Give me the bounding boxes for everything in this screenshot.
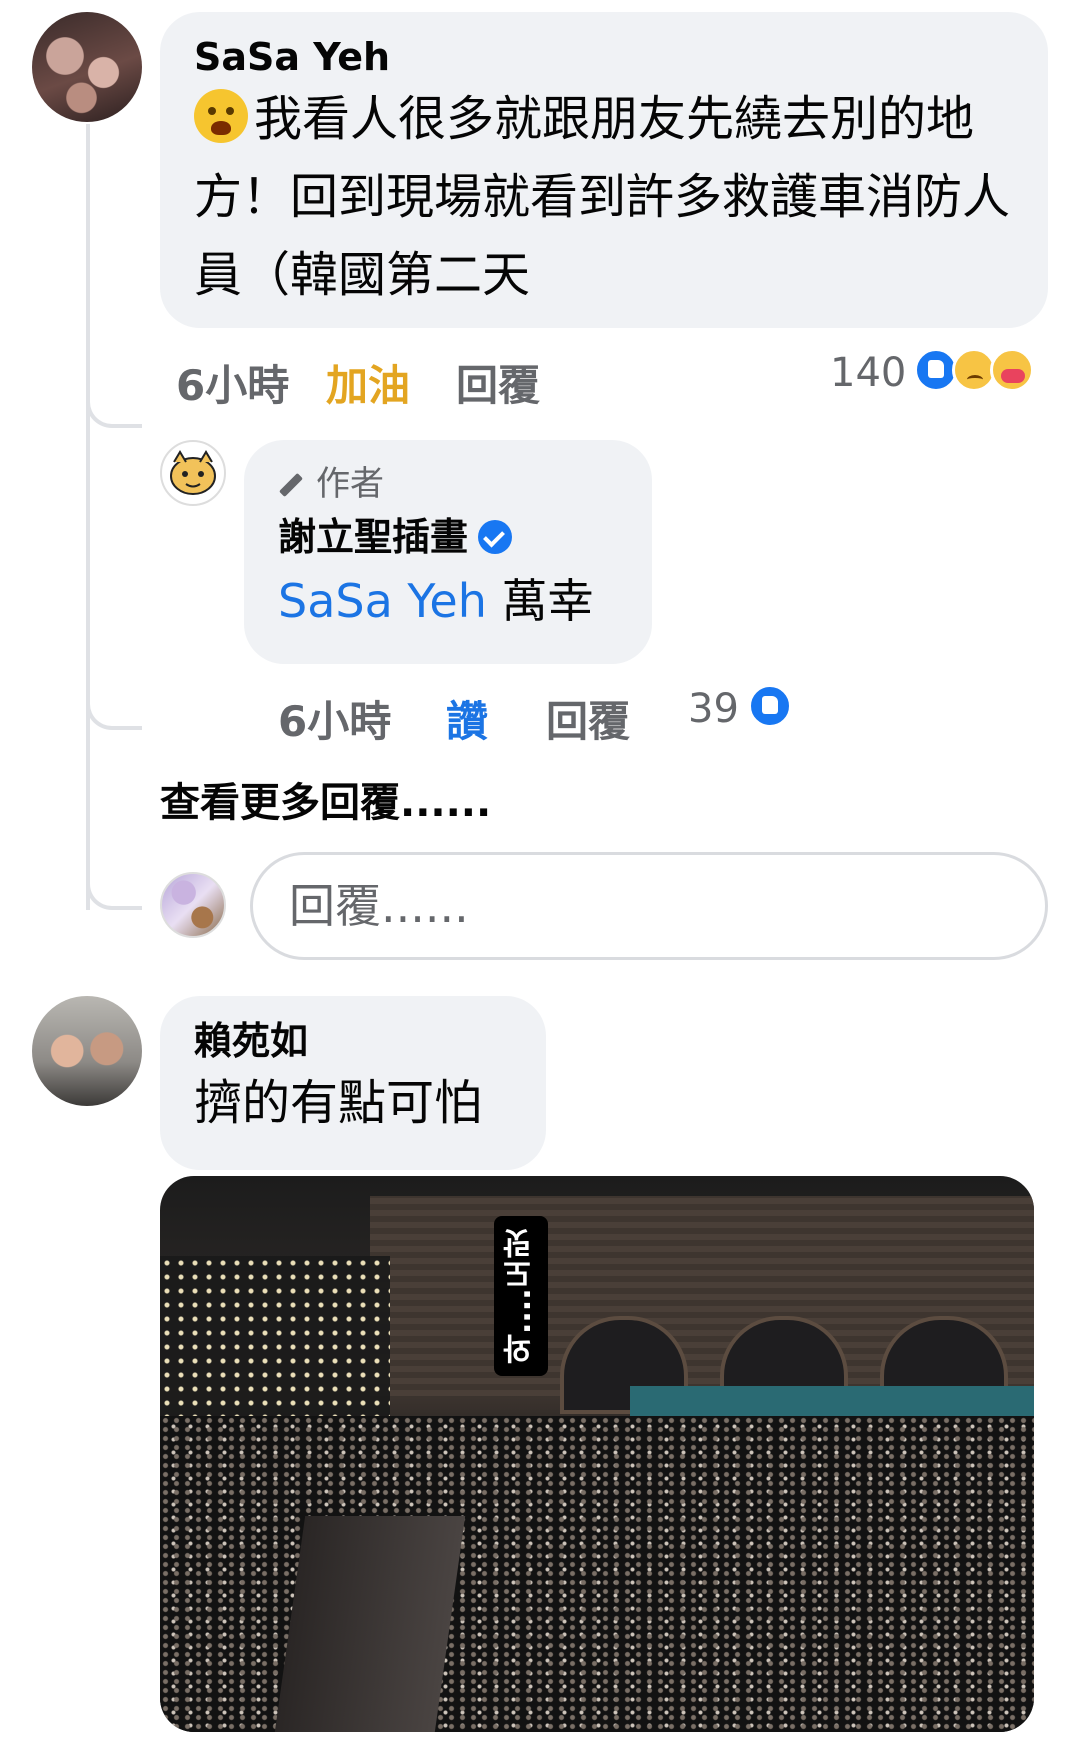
reply-time[interactable]: 6小時 xyxy=(278,688,391,749)
comment-author[interactable]: SaSa Yeh xyxy=(194,34,1014,80)
mention-link[interactable]: SaSa Yeh xyxy=(278,574,487,628)
thread-connector xyxy=(86,870,142,910)
comment-author[interactable]: 賴苑如 xyxy=(194,1018,512,1064)
reaction-button[interactable]: 加油 xyxy=(326,352,410,413)
reaction-count[interactable]: 140 xyxy=(830,350,906,396)
reaction-count[interactable]: 39 xyxy=(688,686,739,732)
author-badge: 作者 xyxy=(278,464,618,504)
view-more-replies[interactable]: 查看更多回覆...... xyxy=(160,770,491,828)
photo-text-sticker: 와....도랏 xyxy=(494,1216,548,1376)
thread-connector xyxy=(86,690,142,730)
reply-button[interactable]: 回覆 xyxy=(546,688,630,749)
reply-bubble: 作者 謝立聖插畫 SaSa Yeh 萬幸 xyxy=(244,440,652,664)
avatar-sasa-yeh[interactable] xyxy=(32,12,142,122)
thread-connector xyxy=(86,388,142,428)
like-icon xyxy=(748,684,792,728)
reply-text: SaSa Yeh 萬幸 xyxy=(278,574,594,628)
reply-author[interactable]: 謝立聖插畫 xyxy=(278,514,618,560)
tiger-icon xyxy=(170,450,216,495)
avatar-lai[interactable] xyxy=(32,996,142,1106)
care-icon xyxy=(990,348,1034,392)
reply-input[interactable]: 回覆...... xyxy=(250,852,1048,960)
avatar-current-user xyxy=(160,872,226,938)
verified-badge-icon xyxy=(478,520,513,554)
comment-text: 我看人很多就跟朋友先繞去別的地方！回到現場就看到許多救護車消防人員（韓國第二天 xyxy=(194,89,1011,303)
thread-line xyxy=(86,124,90,910)
comment-text: 擠的有點可怕 xyxy=(194,1075,483,1131)
comment-bubble: 賴苑如 擠的有點可怕 xyxy=(160,996,546,1170)
comment-photo[interactable]: 와....도랏 xyxy=(160,1176,1034,1732)
like-button[interactable]: 讚 xyxy=(446,688,488,749)
reply-button[interactable]: 回覆 xyxy=(456,352,540,413)
pencil-icon xyxy=(278,472,304,498)
foreground-shadow xyxy=(274,1516,466,1732)
comment-time[interactable]: 6小時 xyxy=(176,352,289,413)
avatar-author[interactable] xyxy=(160,440,226,506)
comment-bubble: SaSa Yeh 我看人很多就跟朋友先繞去別的地方！回到現場就看到許多救護車消防… xyxy=(160,12,1048,328)
marquee-lights xyxy=(160,1256,390,1426)
crying-face-icon xyxy=(194,89,248,143)
